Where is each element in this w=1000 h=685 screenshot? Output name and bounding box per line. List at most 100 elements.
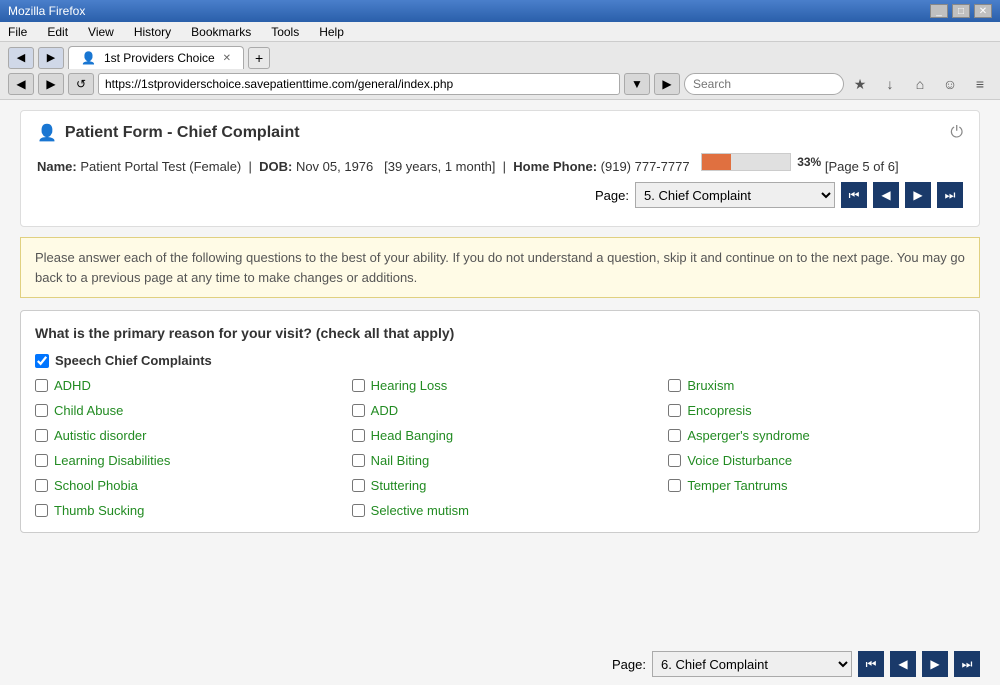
menu-view[interactable]: View [84,23,118,41]
complaint-link-adhd[interactable]: ADHD [54,378,91,393]
page-nav-top: Page: 1. Personal Information 2. Medical… [37,182,963,208]
patient-phone: (919) 777-7777 [601,159,690,174]
list-item: Head Banging [352,428,649,443]
progress-label: 33% [797,155,821,169]
page-select-top[interactable]: 1. Personal Information 2. Medical Histo… [635,182,835,208]
bottom-prev-page-button[interactable]: ◀ [890,651,916,677]
complaint-checkbox-learning[interactable] [35,454,48,467]
page-nav-bottom: Page: 1. Personal Information 2. Medical… [0,643,1000,685]
form-title-row: 👤 Patient Form - Chief Complaint ⏻ [37,123,963,143]
menu-help[interactable]: Help [315,23,348,41]
browser-forward-button[interactable]: ▶ [38,47,64,69]
list-item: Asperger's syndrome [668,428,965,443]
menu-edit[interactable]: Edit [43,23,72,41]
os-window-controls[interactable]: _ □ ✕ [930,4,992,18]
question-title: What is the primary reason for your visi… [35,325,965,341]
back-button[interactable]: ◀ [8,73,34,95]
reload-button[interactable]: ↺ [68,73,94,95]
progress-bar [701,153,791,171]
complaint-checkbox-school-phobia[interactable] [35,479,48,492]
complaint-link-learning[interactable]: Learning Disabilities [54,453,170,468]
list-item: Nail Biting [352,453,649,468]
first-page-button[interactable]: ⏮ [841,182,867,208]
bottom-next-page-button[interactable]: ▶ [922,651,948,677]
complaint-link-temper[interactable]: Temper Tantrums [687,478,787,493]
bottom-page-label: Page: [612,657,646,672]
complaints-grid: ADHD Hearing Loss Bruxism Child Abuse AD… [35,378,965,518]
complaint-link-aspergers[interactable]: Asperger's syndrome [687,428,809,443]
new-tab-button[interactable]: + [248,47,270,69]
menu-tools[interactable]: Tools [267,23,303,41]
close-button[interactable]: ✕ [974,4,992,18]
minimize-button[interactable]: _ [930,4,948,18]
complaint-checkbox-hearing-loss[interactable] [352,379,365,392]
forward-button[interactable]: ▶ [38,73,64,95]
url-input[interactable] [98,73,620,95]
bottom-last-page-button[interactable]: ⏭ [954,651,980,677]
list-item: Voice Disturbance [668,453,965,468]
complaint-link-bruxism[interactable]: Bruxism [687,378,734,393]
complaint-link-stuttering[interactable]: Stuttering [371,478,427,493]
complaint-checkbox-stuttering[interactable] [352,479,365,492]
search-input[interactable] [684,73,844,95]
browser-chrome: ◀ ▶ 👤 1st Providers Choice ✕ + ◀ ▶ ↺ ▼ ▶… [0,42,1000,100]
complaint-link-encopresis[interactable]: Encopresis [687,403,751,418]
complaint-checkbox-head-banging[interactable] [352,429,365,442]
active-tab[interactable]: 👤 1st Providers Choice ✕ [68,46,244,69]
menu-history[interactable]: History [130,23,175,41]
complaint-checkbox-aspergers[interactable] [668,429,681,442]
complaint-checkbox-temper[interactable] [668,479,681,492]
complaint-link-hearing-loss[interactable]: Hearing Loss [371,378,448,393]
person-icon[interactable]: ☺ [938,73,962,95]
menu-bookmarks[interactable]: Bookmarks [187,23,255,41]
complaint-checkbox-selective-mutism[interactable] [352,504,365,517]
next-page-button[interactable]: ▶ [905,182,931,208]
browser-toolbar-icons: ★ ↓ ⌂ ☺ ≡ [848,73,992,95]
complaint-checkbox-add[interactable] [352,404,365,417]
section-checkbox[interactable] [35,354,49,368]
power-icon[interactable]: ⏻ [950,124,963,142]
last-page-button[interactable]: ⏭ [937,182,963,208]
bottom-first-page-button[interactable]: ⏮ [858,651,884,677]
complaint-link-nail-biting[interactable]: Nail Biting [371,453,430,468]
progress-fill [702,154,731,170]
complaint-checkbox-thumb[interactable] [35,504,48,517]
complaint-checkbox-voice[interactable] [668,454,681,467]
name-label: Name: [37,159,77,174]
menu-file[interactable]: File [4,23,31,41]
list-item: Learning Disabilities [35,453,332,468]
complaint-link-thumb[interactable]: Thumb Sucking [54,503,144,518]
complaint-checkbox-autistic[interactable] [35,429,48,442]
complaint-link-child-abuse[interactable]: Child Abuse [54,403,123,418]
complaint-link-school-phobia[interactable]: School Phobia [54,478,138,493]
instruction-box: Please answer each of the following ques… [20,237,980,298]
form-title-heading: 👤 Patient Form - Chief Complaint [37,123,300,143]
prev-page-button[interactable]: ◀ [873,182,899,208]
complaint-checkbox-child-abuse[interactable] [35,404,48,417]
list-item: School Phobia [35,478,332,493]
list-item: Child Abuse [35,403,332,418]
complaint-link-voice[interactable]: Voice Disturbance [687,453,792,468]
page-content: 👤 Patient Form - Chief Complaint ⏻ Name:… [0,100,1000,643]
tab-close-button[interactable]: ✕ [223,53,231,64]
maximize-button[interactable]: □ [952,4,970,18]
complaint-checkbox-bruxism[interactable] [668,379,681,392]
pocket-icon[interactable]: ★ [848,73,872,95]
complaint-link-head-banging[interactable]: Head Banging [371,428,453,443]
complaint-checkbox-nail-biting[interactable] [352,454,365,467]
home-icon[interactable]: ⌂ [908,73,932,95]
go-button[interactable]: ▶ [654,73,680,95]
complaint-checkbox-adhd[interactable] [35,379,48,392]
menu-icon[interactable]: ≡ [968,73,992,95]
download-icon[interactable]: ↓ [878,73,902,95]
browser-back-button[interactable]: ◀ [8,47,34,69]
complaint-link-autistic[interactable]: Autistic disorder [54,428,146,443]
complaint-link-selective-mutism[interactable]: Selective mutism [371,503,469,518]
list-item: Stuttering [352,478,649,493]
complaint-link-add[interactable]: ADD [371,403,398,418]
list-item: Selective mutism [352,503,649,518]
tab-favicon: 👤 [81,51,96,65]
complaint-checkbox-encopresis[interactable] [668,404,681,417]
page-select-bottom[interactable]: 1. Personal Information 2. Medical Histo… [652,651,852,677]
dropdown-button[interactable]: ▼ [624,73,650,95]
